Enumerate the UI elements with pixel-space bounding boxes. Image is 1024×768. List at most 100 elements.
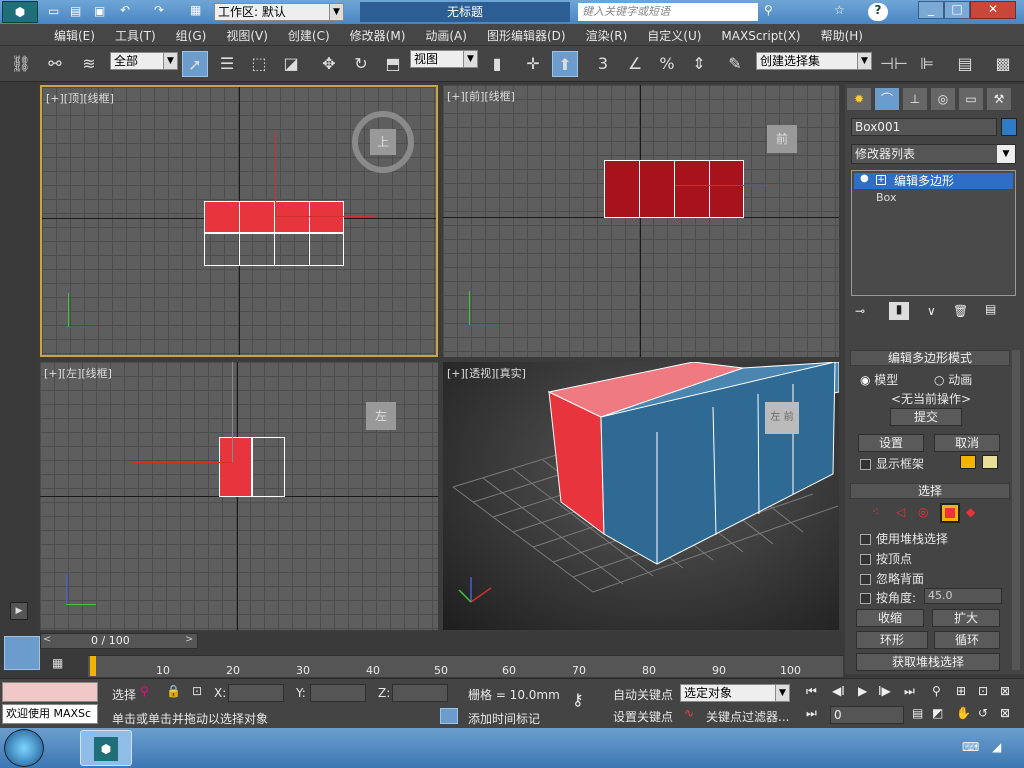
viewport-perspective[interactable]: [+][透视][真实] 左 前 bbox=[443, 362, 839, 630]
object-color-swatch[interactable] bbox=[1001, 118, 1017, 136]
scale-icon[interactable]: ⬒ bbox=[380, 51, 406, 77]
play-icon[interactable]: ▶ bbox=[858, 684, 867, 698]
help-button[interactable]: ? bbox=[868, 3, 888, 21]
box-unselected-top[interactable] bbox=[204, 233, 344, 266]
viewport-label-top[interactable]: [+][顶][线框] bbox=[46, 90, 114, 106]
remove-modifier-icon[interactable]: 🗑 bbox=[953, 304, 968, 318]
menu-view[interactable]: 视图(V) bbox=[216, 24, 278, 44]
auto-key-button[interactable]: 自动关键点 bbox=[613, 686, 673, 703]
percent-snap-icon[interactable]: % bbox=[654, 51, 680, 77]
box-unselected-left[interactable] bbox=[252, 437, 285, 497]
maxscript-listener-white[interactable]: 欢迎使用 MAXSc bbox=[2, 704, 98, 724]
save-file-icon[interactable]: ▣ bbox=[94, 4, 105, 18]
vertex-mode-icon[interactable]: ⁖ bbox=[872, 505, 879, 519]
key-target-dropdown[interactable]: 选定对象 ▼ bbox=[680, 684, 790, 702]
menu-maxscript[interactable]: MAXScript(X) bbox=[711, 26, 810, 43]
panel-scrollbar[interactable] bbox=[1012, 350, 1020, 670]
z-coord-field[interactable] bbox=[392, 684, 448, 702]
snap-toggle-icon[interactable]: 3 bbox=[590, 51, 616, 77]
menu-group[interactable]: 组(G) bbox=[166, 24, 217, 44]
rollout-selection[interactable]: 选择 bbox=[850, 483, 1010, 499]
minimize-button[interactable]: _ bbox=[918, 1, 944, 19]
configure-sets-icon[interactable]: ▤ bbox=[985, 302, 996, 316]
time-slider-thumb[interactable] bbox=[90, 656, 96, 676]
next-frame-icon[interactable]: Ⅰ▶ bbox=[878, 684, 891, 698]
menu-rendering[interactable]: 渲染(R) bbox=[576, 24, 638, 44]
workspace-dropdown[interactable]: 工作区: 默认 ▼ bbox=[214, 3, 344, 21]
undo-icon[interactable]: ↶ bbox=[120, 3, 130, 17]
object-name-field[interactable]: Box001 bbox=[851, 118, 997, 136]
pan-icon[interactable]: ✋ bbox=[956, 706, 971, 720]
isolate-icon[interactable]: ⚲ bbox=[140, 684, 149, 698]
manipulate-icon[interactable]: ✛ bbox=[520, 51, 546, 77]
edit-named-sel-icon[interactable]: ✎ bbox=[722, 51, 748, 77]
field-of-view-icon[interactable]: ◩ bbox=[932, 706, 943, 720]
set-key-button[interactable]: 设置关键点 bbox=[613, 708, 673, 725]
modifier-list-dropdown[interactable]: 修改器列表 ▼ bbox=[851, 144, 1016, 164]
settings-button[interactable]: 设置 bbox=[858, 434, 924, 452]
menu-modifiers[interactable]: 修改器(M) bbox=[340, 24, 416, 44]
modifier-stack[interactable]: 编辑多边形 ● + Box bbox=[851, 170, 1016, 296]
y-coord-field[interactable] bbox=[310, 684, 366, 702]
key-mode-icon[interactable]: ⚷ bbox=[572, 690, 584, 709]
curve-editor-icon[interactable]: ▦ bbox=[52, 656, 63, 670]
redo-icon[interactable]: ↷ bbox=[154, 3, 164, 17]
goto-start-icon[interactable]: ⏮ bbox=[806, 684, 817, 699]
track-bar[interactable]: 10 20 30 40 50 60 70 80 90 100 bbox=[88, 655, 843, 677]
maxscript-listener-pink[interactable] bbox=[2, 682, 98, 702]
gizmo-x-axis[interactable] bbox=[275, 216, 375, 217]
stack-item-box[interactable]: Box bbox=[854, 190, 1013, 206]
box-selected-left[interactable] bbox=[219, 437, 252, 497]
get-stack-selection-button[interactable]: 获取堆栈选择 bbox=[856, 653, 1000, 671]
rotate-icon[interactable]: ↻ bbox=[348, 51, 374, 77]
app-logo[interactable]: ⬢ bbox=[2, 1, 38, 23]
grow-button[interactable]: 扩大 bbox=[932, 609, 1000, 627]
rect-region-icon[interactable]: ⬚ bbox=[246, 51, 272, 77]
zoom-icon[interactable]: ⚲ bbox=[932, 684, 941, 698]
time-prev-icon[interactable]: < bbox=[43, 634, 51, 645]
zoom-all-icon[interactable]: ⊞ bbox=[956, 684, 966, 698]
show-cage-checkbox[interactable]: 显示框架 bbox=[860, 455, 924, 472]
time-next-icon[interactable]: > bbox=[185, 634, 193, 645]
utilities-tab-icon[interactable]: ⚒ bbox=[987, 88, 1011, 110]
spinner-snap-icon[interactable]: ⇕ bbox=[686, 51, 712, 77]
prev-frame-icon[interactable]: ◀Ⅰ bbox=[832, 684, 845, 698]
project-folder-icon[interactable]: ▦ bbox=[190, 3, 201, 17]
radio-animate[interactable]: ○ 动画 bbox=[934, 371, 972, 388]
element-mode-icon[interactable]: ◆ bbox=[966, 505, 975, 519]
viewcube-face[interactable]: 上 bbox=[370, 129, 396, 155]
viewport-left[interactable]: [+][左][线框] 左 bbox=[40, 362, 438, 630]
maximize-button[interactable]: □ bbox=[944, 1, 970, 19]
key-filters-button[interactable]: 关键点过滤器... bbox=[706, 708, 789, 725]
new-file-icon[interactable]: ▭ bbox=[48, 4, 59, 18]
select-object-icon[interactable]: ➚ bbox=[182, 51, 208, 77]
start-button[interactable] bbox=[4, 729, 44, 767]
shrink-button[interactable]: 收缩 bbox=[856, 609, 924, 627]
cage-color-swatch-2[interactable] bbox=[982, 455, 998, 469]
window-crossing-icon[interactable]: ◪ bbox=[278, 51, 304, 77]
star-icon[interactable]: ☆ bbox=[834, 3, 845, 17]
open-file-icon[interactable]: ▤ bbox=[70, 4, 81, 18]
commit-button[interactable]: 提交 bbox=[890, 408, 962, 426]
x-coord-field[interactable] bbox=[228, 684, 284, 702]
orbit-icon[interactable]: ↺ bbox=[978, 706, 988, 720]
selection-filter-dropdown[interactable]: 全部 ▼ bbox=[110, 52, 178, 70]
edge-mode-icon[interactable]: ◁ bbox=[896, 505, 905, 519]
time-tag-icon[interactable] bbox=[440, 708, 458, 724]
display-tab-icon[interactable]: ▭ bbox=[959, 88, 983, 110]
maximize-viewport-icon[interactable]: ⊠ bbox=[1000, 706, 1010, 720]
box-selected-top[interactable] bbox=[204, 201, 344, 233]
viewport-label-front[interactable]: [+][前][线框] bbox=[447, 88, 515, 104]
pivot-icon[interactable]: ▮ bbox=[484, 51, 510, 77]
cage-color-swatch-1[interactable] bbox=[960, 455, 976, 469]
link-icon[interactable]: ⛓ bbox=[8, 51, 34, 77]
ring-button[interactable]: 环形 bbox=[856, 631, 928, 649]
radio-model[interactable]: ◉ 模型 bbox=[860, 371, 898, 388]
angle-spinner[interactable]: 45.0 bbox=[924, 588, 1002, 604]
menu-tools[interactable]: 工具(T) bbox=[105, 24, 166, 44]
zoom-extents-all-icon[interactable]: ⊠ bbox=[1000, 684, 1010, 698]
menu-help[interactable]: 帮助(H) bbox=[811, 24, 873, 44]
viewcube-persp[interactable]: 左 前 bbox=[765, 402, 799, 434]
menu-graph-editors[interactable]: 图形编辑器(D) bbox=[477, 24, 576, 44]
volume-tray-icon[interactable]: ◢ bbox=[992, 740, 1001, 754]
